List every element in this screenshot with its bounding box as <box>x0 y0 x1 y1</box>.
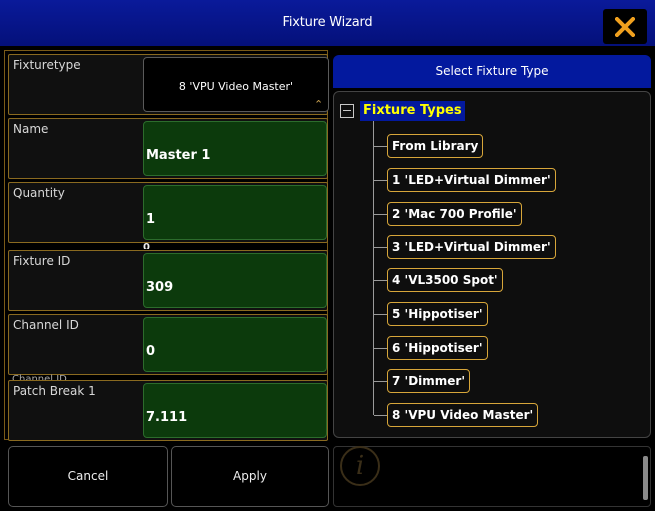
patch-break-label: Patch Break 1 <box>13 384 96 398</box>
fixture-id-value: 309 <box>146 280 174 295</box>
quantity-overflow-text: 0 <box>143 242 150 249</box>
patch-break-value: 7.111 <box>146 410 188 425</box>
fixturetype-value: 8 'VPU Video Master' <box>178 80 294 93</box>
channel-id-field[interactable]: 0 <box>143 317 327 372</box>
channel-id-value: 0 <box>146 344 156 359</box>
patch-break-row: Patch Break 1 7.111 <box>8 380 328 441</box>
tree-item-6[interactable]: 6 'Hippotiser' <box>387 336 488 360</box>
tree-branch-line <box>374 247 388 248</box>
name-row: Name Master 1 <box>8 118 328 179</box>
fixturetype-label: Fixturetype <box>13 58 81 72</box>
tree-item-2[interactable]: 2 'Mac 700 Profile' <box>387 202 522 226</box>
tree-branch-line <box>374 214 388 215</box>
tree-branch-line <box>374 381 388 382</box>
quantity-label: Quantity <box>13 186 65 200</box>
channel-id-row: Channel ID 0 <box>8 314 328 375</box>
cancel-button[interactable]: Cancel <box>8 446 168 507</box>
channel-id-label: Channel ID <box>13 318 79 332</box>
tree-root-label[interactable]: Fixture Types <box>360 101 465 121</box>
name-value: Master 1 <box>146 148 211 163</box>
select-fixture-type-header: Select Fixture Type <box>333 55 651 88</box>
window-title: Fixture Wizard <box>282 15 373 30</box>
fixturetype-row: Fixturetype 8 'VPU Video Master' <box>8 54 329 115</box>
tree-branch-line <box>374 146 388 147</box>
info-icon: i <box>340 446 380 486</box>
tree-branch-line <box>374 280 388 281</box>
fixturetype-field[interactable]: 8 'VPU Video Master' <box>143 57 329 112</box>
info-panel <box>333 446 651 507</box>
tree-branch-line <box>374 415 388 416</box>
close-x-icon <box>615 17 635 37</box>
tree-connector-line <box>373 121 374 415</box>
name-label: Name <box>13 122 49 136</box>
fixture-id-field[interactable]: 309 <box>143 253 327 308</box>
tree-item-3[interactable]: 3 'LED+Virtual Dimmer' <box>387 235 556 259</box>
name-field[interactable]: Master 1 <box>143 121 327 176</box>
tree-branch-line <box>374 314 388 315</box>
tree-item-4[interactable]: 4 'VL3500 Spot' <box>387 268 503 292</box>
quantity-row: Quantity 1 <box>8 182 328 243</box>
quantity-value: 1 <box>146 212 156 227</box>
quantity-field[interactable]: 1 <box>143 185 327 240</box>
resize-corner-icon: ⌃ <box>314 98 324 111</box>
scrollbar[interactable] <box>643 456 648 500</box>
patch-break-field[interactable]: 7.111 <box>143 383 327 438</box>
apply-button[interactable]: Apply <box>171 446 329 507</box>
tree-item-1[interactable]: 1 'LED+Virtual Dimmer' <box>387 168 556 192</box>
collapse-icon[interactable] <box>340 104 354 118</box>
tree-item-from-library[interactable]: From Library <box>387 134 484 158</box>
fixture-type-tree <box>333 91 651 438</box>
tree-branch-line <box>374 180 388 181</box>
close-button[interactable] <box>603 9 647 44</box>
fixture-id-label: Fixture ID <box>13 254 71 268</box>
tree-item-7[interactable]: 7 'Dimmer' <box>387 369 471 393</box>
fixture-id-row: Fixture ID 309 <box>8 250 328 311</box>
tree-item-8[interactable]: 8 'VPU Video Master' <box>387 403 539 427</box>
tree-item-5[interactable]: 5 'Hippotiser' <box>387 302 488 326</box>
tree-branch-line <box>374 348 388 349</box>
